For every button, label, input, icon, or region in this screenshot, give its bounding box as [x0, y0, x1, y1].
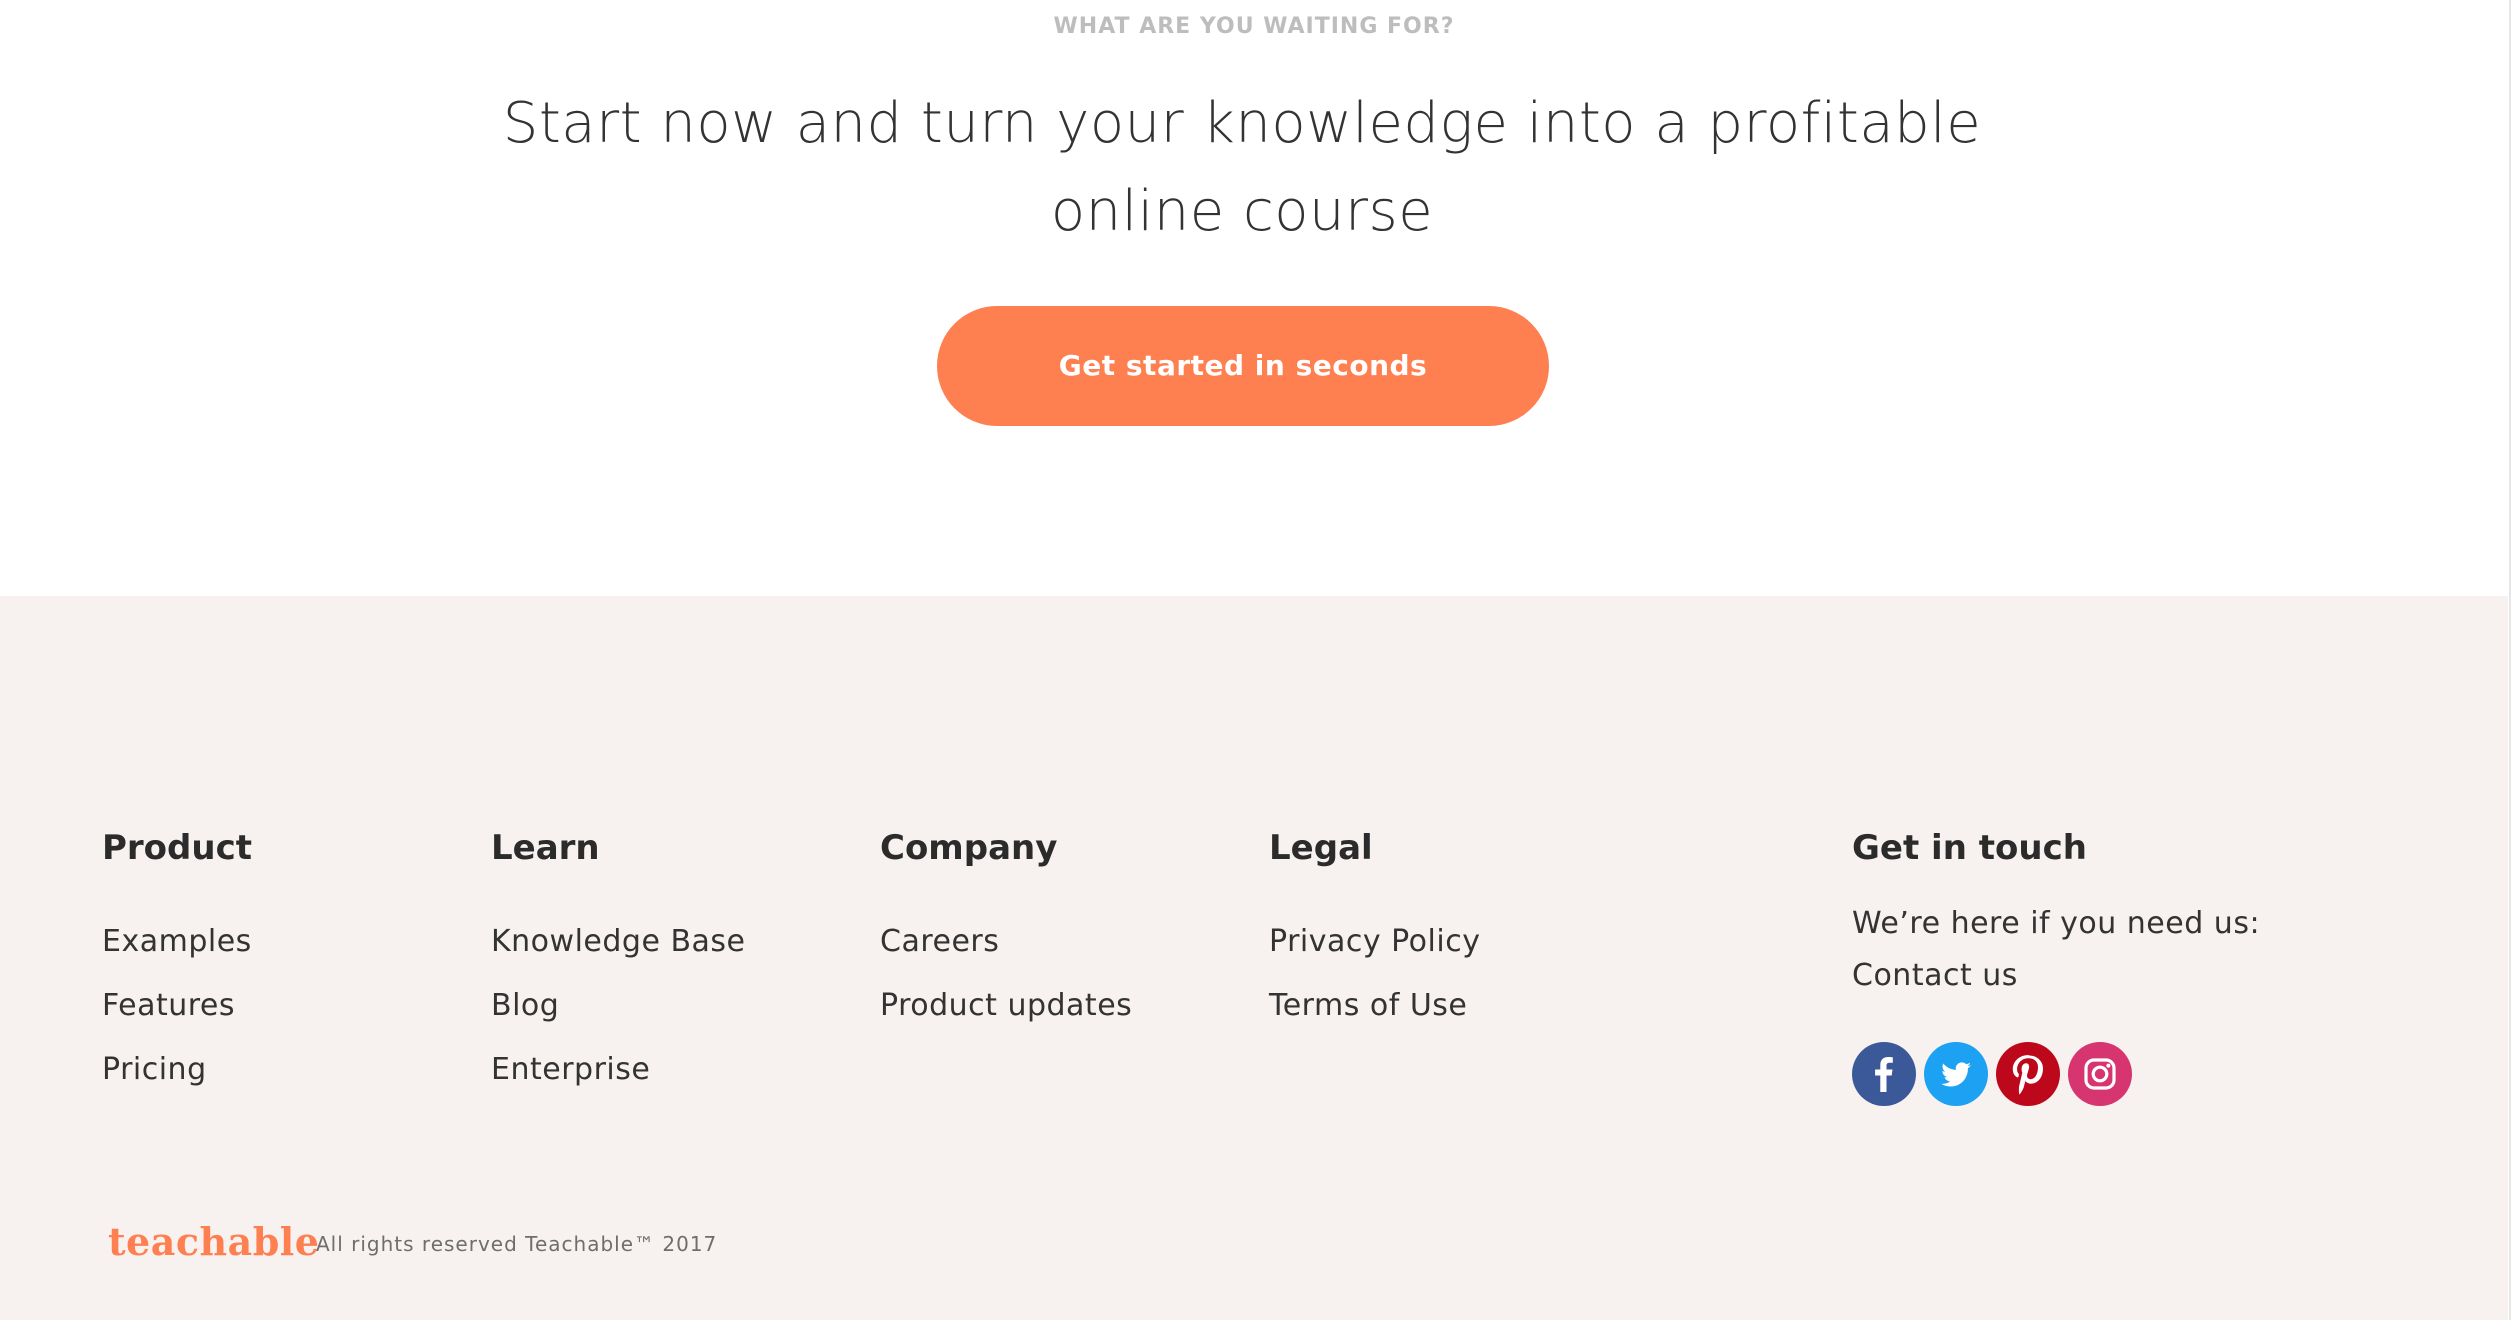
footer-link-examples[interactable]: Examples: [102, 910, 252, 974]
footer-heading-legal: Legal: [1269, 828, 1373, 868]
copyright-text: All rights reserved Teachable™ 2017: [316, 1232, 718, 1256]
footer-column-product: Product Examples Features Pricing: [102, 828, 252, 1102]
get-started-button[interactable]: Get started in seconds: [937, 306, 1549, 426]
footer-link-careers[interactable]: Careers: [880, 910, 1132, 974]
cta-section: WHAT ARE YOU WAITING FOR? Start now and …: [0, 0, 2508, 596]
footer-link-features[interactable]: Features: [102, 974, 252, 1038]
footer-heading-company: Company: [880, 828, 1058, 868]
social-links: [1852, 1042, 2132, 1106]
page: WHAT ARE YOU WAITING FOR? Start now and …: [0, 0, 2516, 1320]
twitter-icon[interactable]: [1924, 1042, 1988, 1106]
contact-us-link[interactable]: Contact us: [1852, 950, 2260, 1002]
footer-column-legal: Legal Privacy Policy Terms of Use: [1269, 828, 1480, 1038]
cta-title-line-1: Start now and turn your knowledge into a…: [502, 91, 1982, 156]
footer-link-enterprise[interactable]: Enterprise: [491, 1038, 746, 1102]
footer-link-knowledge-base[interactable]: Knowledge Base: [491, 910, 746, 974]
footer-link-privacy-policy[interactable]: Privacy Policy: [1269, 910, 1480, 974]
footer-heading-learn: Learn: [491, 828, 600, 868]
pinterest-icon[interactable]: [1996, 1042, 2060, 1106]
footer-column-get-in-touch: Get in touch We’re here if you need us: …: [1852, 828, 2260, 1002]
cta-eyebrow: WHAT ARE YOU WAITING FOR?: [1053, 14, 1455, 39]
footer-link-blog[interactable]: Blog: [491, 974, 746, 1038]
facebook-icon[interactable]: [1852, 1042, 1916, 1106]
scrollbar[interactable]: [2509, 0, 2516, 1320]
instagram-icon[interactable]: [2068, 1042, 2132, 1106]
cta-title-line-2: online course: [1050, 179, 1434, 244]
footer-heading-get-in-touch: Get in touch: [1852, 828, 2087, 868]
footer-heading-product: Product: [102, 828, 252, 868]
footer: Product Examples Features Pricing Learn …: [0, 596, 2508, 1320]
footer-link-product-updates[interactable]: Product updates: [880, 974, 1132, 1038]
footer-column-learn: Learn Knowledge Base Blog Enterprise: [491, 828, 746, 1102]
footer-column-company: Company Careers Product updates: [880, 828, 1132, 1038]
footer-link-terms-of-use[interactable]: Terms of Use: [1269, 974, 1480, 1038]
footer-link-pricing[interactable]: Pricing: [102, 1038, 252, 1102]
cta-title: Start now and turn your knowledge into a…: [480, 80, 2004, 256]
teachable-logo[interactable]: teachable: [108, 1218, 319, 1266]
get-in-touch-text: We’re here if you need us:: [1852, 906, 2261, 941]
